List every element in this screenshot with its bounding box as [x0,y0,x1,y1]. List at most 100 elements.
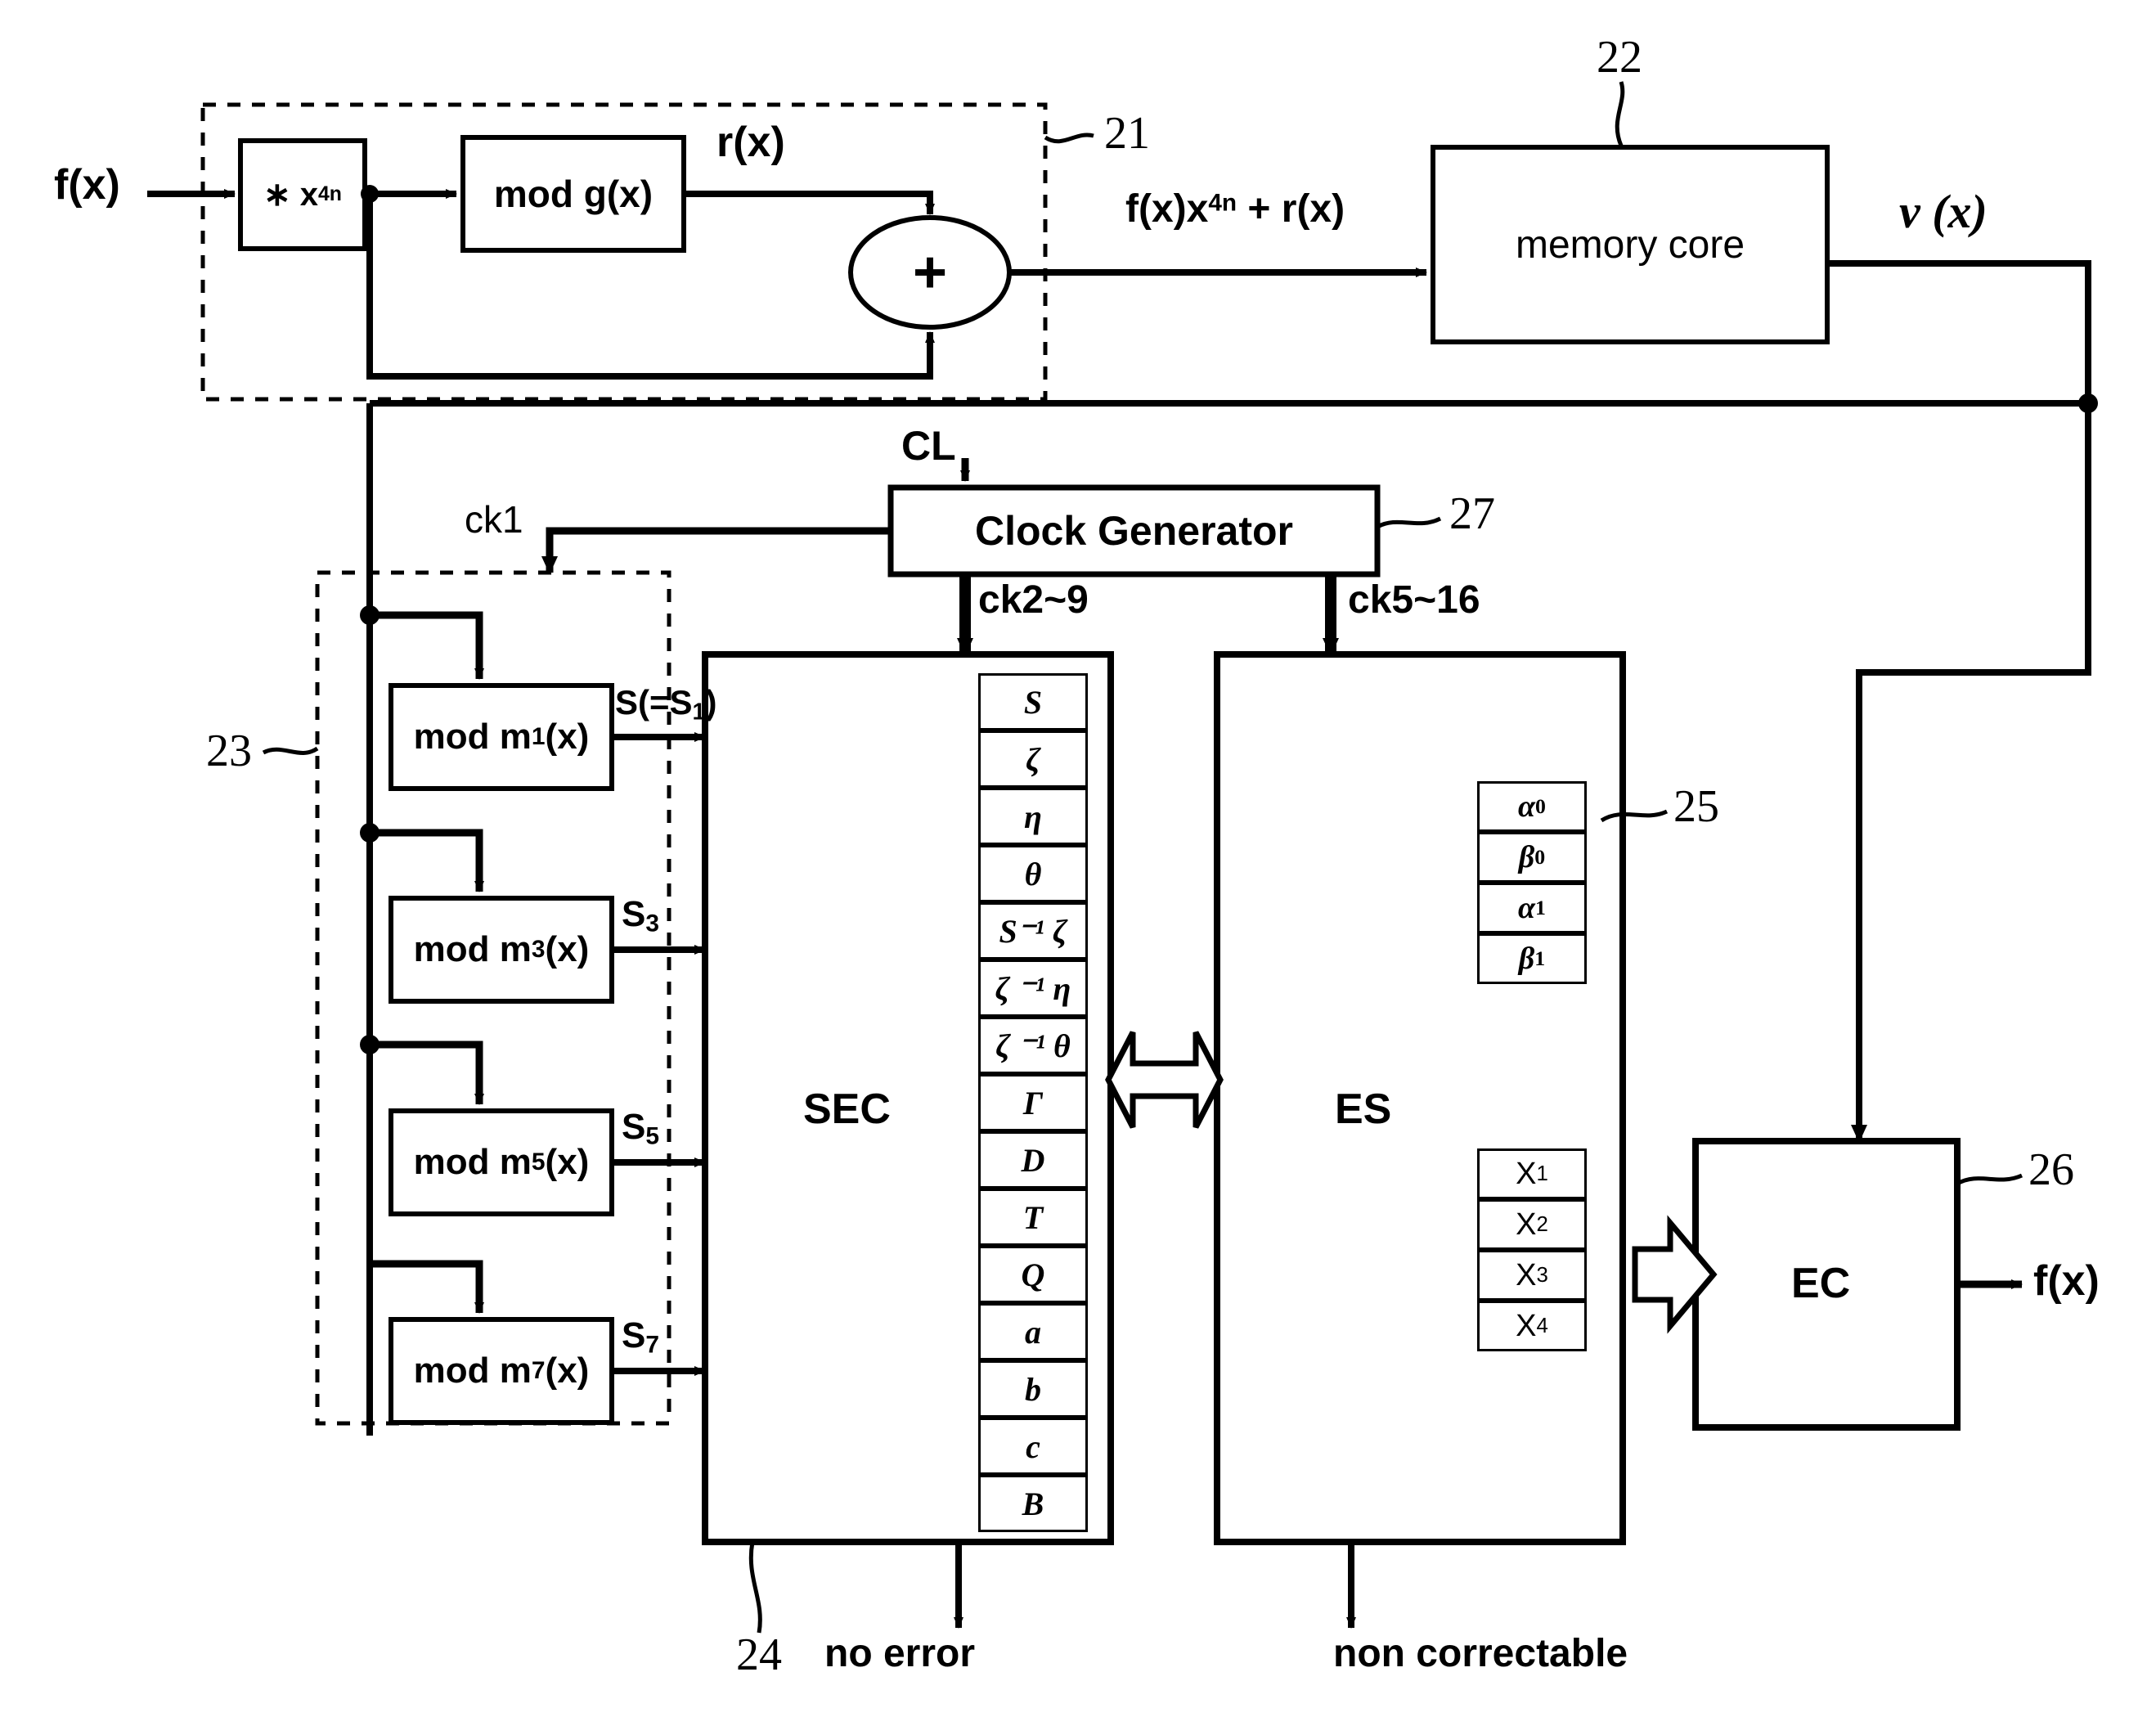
encoded-base: f(x)x [1125,187,1209,231]
sec-register: S [978,673,1088,730]
mod-m7-label: mod m 7 (x) [391,1319,612,1423]
es-register-upper-sub: 1 [1535,896,1546,919]
encoded-tail: + r(x) [1237,187,1345,231]
sec-register: c [978,1418,1088,1475]
tap-wire-m3 [370,829,484,892]
encoded-signal-label: f(x)x4n + r(x) [1125,190,1345,229]
es-register-lower: X1 [1477,1148,1587,1199]
clock-input-label: CL [901,425,956,466]
es-register-lower-sub: 3 [1536,1263,1548,1287]
es-register-lower-sub: 2 [1536,1212,1548,1236]
leader-26 [1956,1173,2023,1186]
sec-register: a [978,1303,1088,1360]
sec-register: θ [978,845,1088,902]
output-fx-label: f(x) [2033,1257,2100,1305]
mod-m3-tail: (x) [545,929,590,969]
ref-numeral-23: 23 [206,726,252,776]
sec-register: D [978,1131,1088,1189]
es-register-upper-base: β [1518,942,1535,976]
vx-to-ec-wire [1851,403,2091,1143]
mod-m3-base: mod m [413,929,532,969]
s5-label: S5 [622,1109,659,1149]
s7-label: S7 [622,1318,659,1358]
sec-es-bidirectional-arrow [1105,1031,1224,1129]
adder-label: + [912,240,948,305]
leader-22 [1615,81,1625,146]
tap-wire-m5 [370,1041,484,1105]
ec-label: EC [1791,1260,1851,1307]
s7-base: S [622,1315,646,1355]
ref-numeral-24: 24 [736,1629,782,1680]
mod-m1-label: mod m 1 (x) [391,685,612,789]
ref-numeral-22: 22 [1597,32,1642,83]
es-register-lower-base: X [1516,1207,1537,1242]
sec-register: B [978,1475,1088,1532]
non-correctable-label: non correctable [1333,1632,1628,1675]
memory-core-label: memory core [1515,222,1745,267]
multiplier-label: ∗ x 4n [240,141,365,249]
mod-m5-sub: 5 [531,1148,546,1175]
s1-base: S(=S [615,683,693,721]
sec-register: ζ ⁻¹ θ [978,1017,1088,1074]
no-error-label: no error [824,1632,976,1675]
mod-m1-base: mod m [413,717,532,757]
s7-sub: 7 [645,1331,659,1359]
s1-tail: ) [705,683,717,721]
sec-label: SEC [803,1085,891,1133]
patent-figure: f(x) ∗ x 4n mod g(x) r(x) + f(x)x4n + r(x… [0,0,2156,1726]
input-fx-label: f(x) [54,161,120,209]
es-register-lower-base: X [1516,1257,1537,1292]
es-register-lower-base: X [1516,1308,1537,1343]
mod-m5-base: mod m [413,1142,532,1182]
es-register-lower: X2 [1477,1199,1587,1250]
sec-register: Q [978,1246,1088,1303]
es-register-upper: α0 [1477,781,1587,832]
ck2-9-label: ck2~9 [978,578,1089,622]
sec-register: S⁻¹ ζ [978,902,1088,960]
ref-numeral-27: 27 [1449,488,1495,539]
es-register-upper-base: α [1518,891,1536,925]
ck5-16-label: ck5~16 [1348,578,1480,622]
mod-m3-label: mod m 3 (x) [391,898,612,1001]
es-register-lower-sub: 4 [1536,1314,1548,1337]
es-register-lower: X4 [1477,1301,1587,1351]
es-register-upper-sub: 1 [1534,946,1546,970]
multiplier-base: ∗ x [263,177,318,213]
ck1-label: ck1 [465,498,523,541]
mod-m3-sub: 3 [531,936,546,963]
rx-wire [684,191,935,215]
rx-label: r(x) [716,119,785,166]
s3-sub: 3 [645,910,659,937]
es-register-upper: α1 [1477,883,1587,933]
leader-21 [1044,133,1094,144]
es-register-lower: X3 [1477,1250,1587,1301]
tap-wire-m7 [370,1260,484,1314]
sec-register: ζ [978,730,1088,788]
mod-m7-base: mod m [413,1351,532,1391]
es-register-upper: β1 [1477,933,1587,984]
mod-m1-tail: (x) [545,717,590,757]
multiplier-exponent: 4n [317,183,342,205]
sec-register: η [978,788,1088,845]
mod-m5-label: mod m 5 (x) [391,1111,612,1214]
mod-m7-sub: 7 [531,1357,546,1384]
vx-output-wire [1827,260,2091,403]
leader-27 [1376,516,1442,529]
mod-m5-tail: (x) [545,1142,590,1182]
ck1-wire [541,527,891,574]
es-register-upper-sub: 0 [1534,845,1546,869]
s1-label: S(=S1) [615,685,716,724]
mod-m7-tail: (x) [545,1351,590,1391]
ref-numeral-21: 21 [1104,108,1150,159]
s3-label: S3 [622,897,659,937]
ref-numeral-25: 25 [1673,781,1719,832]
leader-23 [262,746,319,755]
mod-m1-sub: 1 [531,723,546,750]
es-register-lower-sub: 1 [1536,1162,1548,1185]
s1-sub: 1 [692,699,706,726]
mod-g-label: mod g(x) [493,173,654,215]
s3-base: S [622,894,646,934]
encoded-exponent: 4n [1208,189,1237,217]
es-register-upper-base: β [1518,840,1535,874]
tap-wire-m1 [370,611,484,680]
